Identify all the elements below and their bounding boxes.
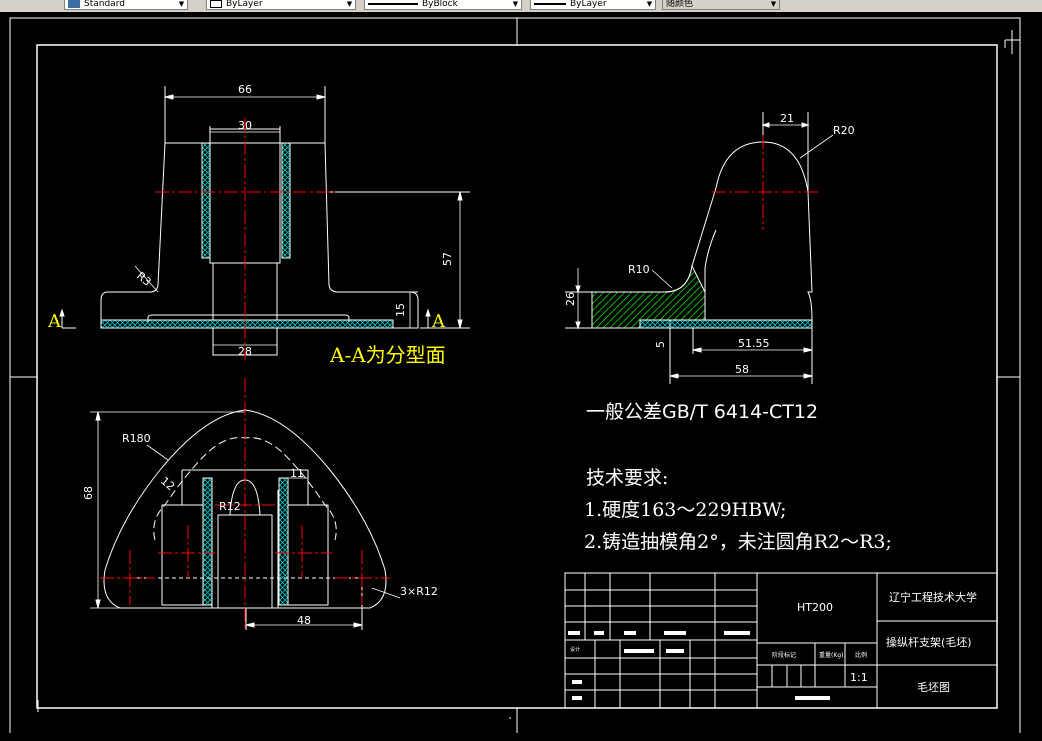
dim-15: 15 <box>394 303 407 317</box>
radius-r3: R3 <box>134 269 154 288</box>
chevron-down-icon[interactable]: ▼ <box>769 0 778 9</box>
material: HT200 <box>797 601 833 614</box>
layer-select[interactable]: ByLayer ▼ <box>206 0 356 10</box>
requirements-title: 技术要求: <box>586 467 668 489</box>
radius-r180: R180 <box>122 432 151 445</box>
color-value: 随颜色 <box>666 0 694 9</box>
technical-notes: 一般公差GB/T 6414-CT12 技术要求: 1.硬度163～229HBW;… <box>584 401 892 553</box>
layer-icon <box>210 0 222 8</box>
section-label-right: A <box>431 311 446 332</box>
side-view-labels: 21 R20 R10 26 5 51.55 58 <box>564 112 855 376</box>
linetype-preview <box>368 2 418 5</box>
label-weight: 重量(Kg) <box>819 651 843 659</box>
drawing-canvas[interactable]: 66 30 57 15 28 R3 A A A-A为分型面 21 R20 R10… <box>0 12 1042 741</box>
dim-21: 21 <box>780 112 794 125</box>
dim-30: 30 <box>238 119 252 132</box>
cad-drawing: 66 30 57 15 28 R3 A A A-A为分型面 21 R20 R10… <box>9 17 1021 735</box>
view-side <box>565 112 834 384</box>
lineweight-value: ByLayer <box>570 0 607 9</box>
dim-57: 57 <box>441 252 454 266</box>
dim-5: 5 <box>654 341 667 348</box>
drawing-type: 毛坯图 <box>917 681 950 694</box>
lineweight-select[interactable]: ByLayer ▼ <box>530 0 656 10</box>
dim-58: 58 <box>735 363 749 376</box>
label-design: 设计 <box>570 646 580 653</box>
dim-51-55: 51.55 <box>738 337 770 350</box>
part-name: 操纵杆支架(毛坯) <box>886 635 972 649</box>
requirement-1: 1.硬度163～229HBW; <box>584 499 786 521</box>
scale-value: 1:1 <box>850 671 868 684</box>
dim-12: 12 <box>158 474 177 493</box>
lineweight-preview <box>534 2 566 5</box>
layer-value: ByLayer <box>226 0 263 9</box>
plan-view-labels: R180 68 12 11 R12 3×R12 48 <box>82 432 438 627</box>
chevron-down-icon[interactable]: ▼ <box>345 0 354 9</box>
section-label-left: A <box>47 311 62 332</box>
dim-48: 48 <box>297 614 311 627</box>
dim-11: 11 <box>290 467 304 480</box>
linetype-select[interactable]: ByBlock ▼ <box>364 0 522 10</box>
requirement-2: 2.铸造抽模角2°，未注圆角R2～R3; <box>584 531 892 553</box>
sheet-border <box>9 17 1021 735</box>
radius-r12: R12 <box>219 500 241 513</box>
radius-3xr12: 3×R12 <box>400 585 438 598</box>
centerlines-side <box>712 135 820 230</box>
textstyle-icon <box>68 0 80 8</box>
dim-26: 26 <box>564 292 577 306</box>
radius-r20: R20 <box>833 124 855 137</box>
chevron-down-icon[interactable]: ▼ <box>511 0 520 9</box>
chevron-down-icon[interactable]: ▼ <box>177 0 186 9</box>
dim-28: 28 <box>238 345 252 358</box>
radius-r10: R10 <box>628 263 650 276</box>
color-select[interactable]: 随颜色 ▼ <box>662 0 780 10</box>
textstyle-value: Standard <box>84 0 125 9</box>
command-line[interactable] <box>0 733 1042 741</box>
centerlines-plan <box>100 378 390 630</box>
dim-66: 66 <box>238 83 252 96</box>
label-ratio: 比例 <box>855 651 867 659</box>
linetype-value: ByBlock <box>422 0 458 9</box>
chevron-down-icon[interactable]: ▼ <box>645 0 654 9</box>
label-stage: 阶段标记 <box>772 651 796 659</box>
dim-68: 68 <box>82 486 95 500</box>
view-front-section <box>59 86 470 356</box>
parting-note: A-A为分型面 <box>329 343 446 367</box>
textstyle-select[interactable]: Standard ▼ <box>64 0 188 10</box>
tolerance-note: 一般公差GB/T 6414-CT12 <box>586 401 818 423</box>
school-name: 辽宁工程技术大学 <box>889 590 977 604</box>
